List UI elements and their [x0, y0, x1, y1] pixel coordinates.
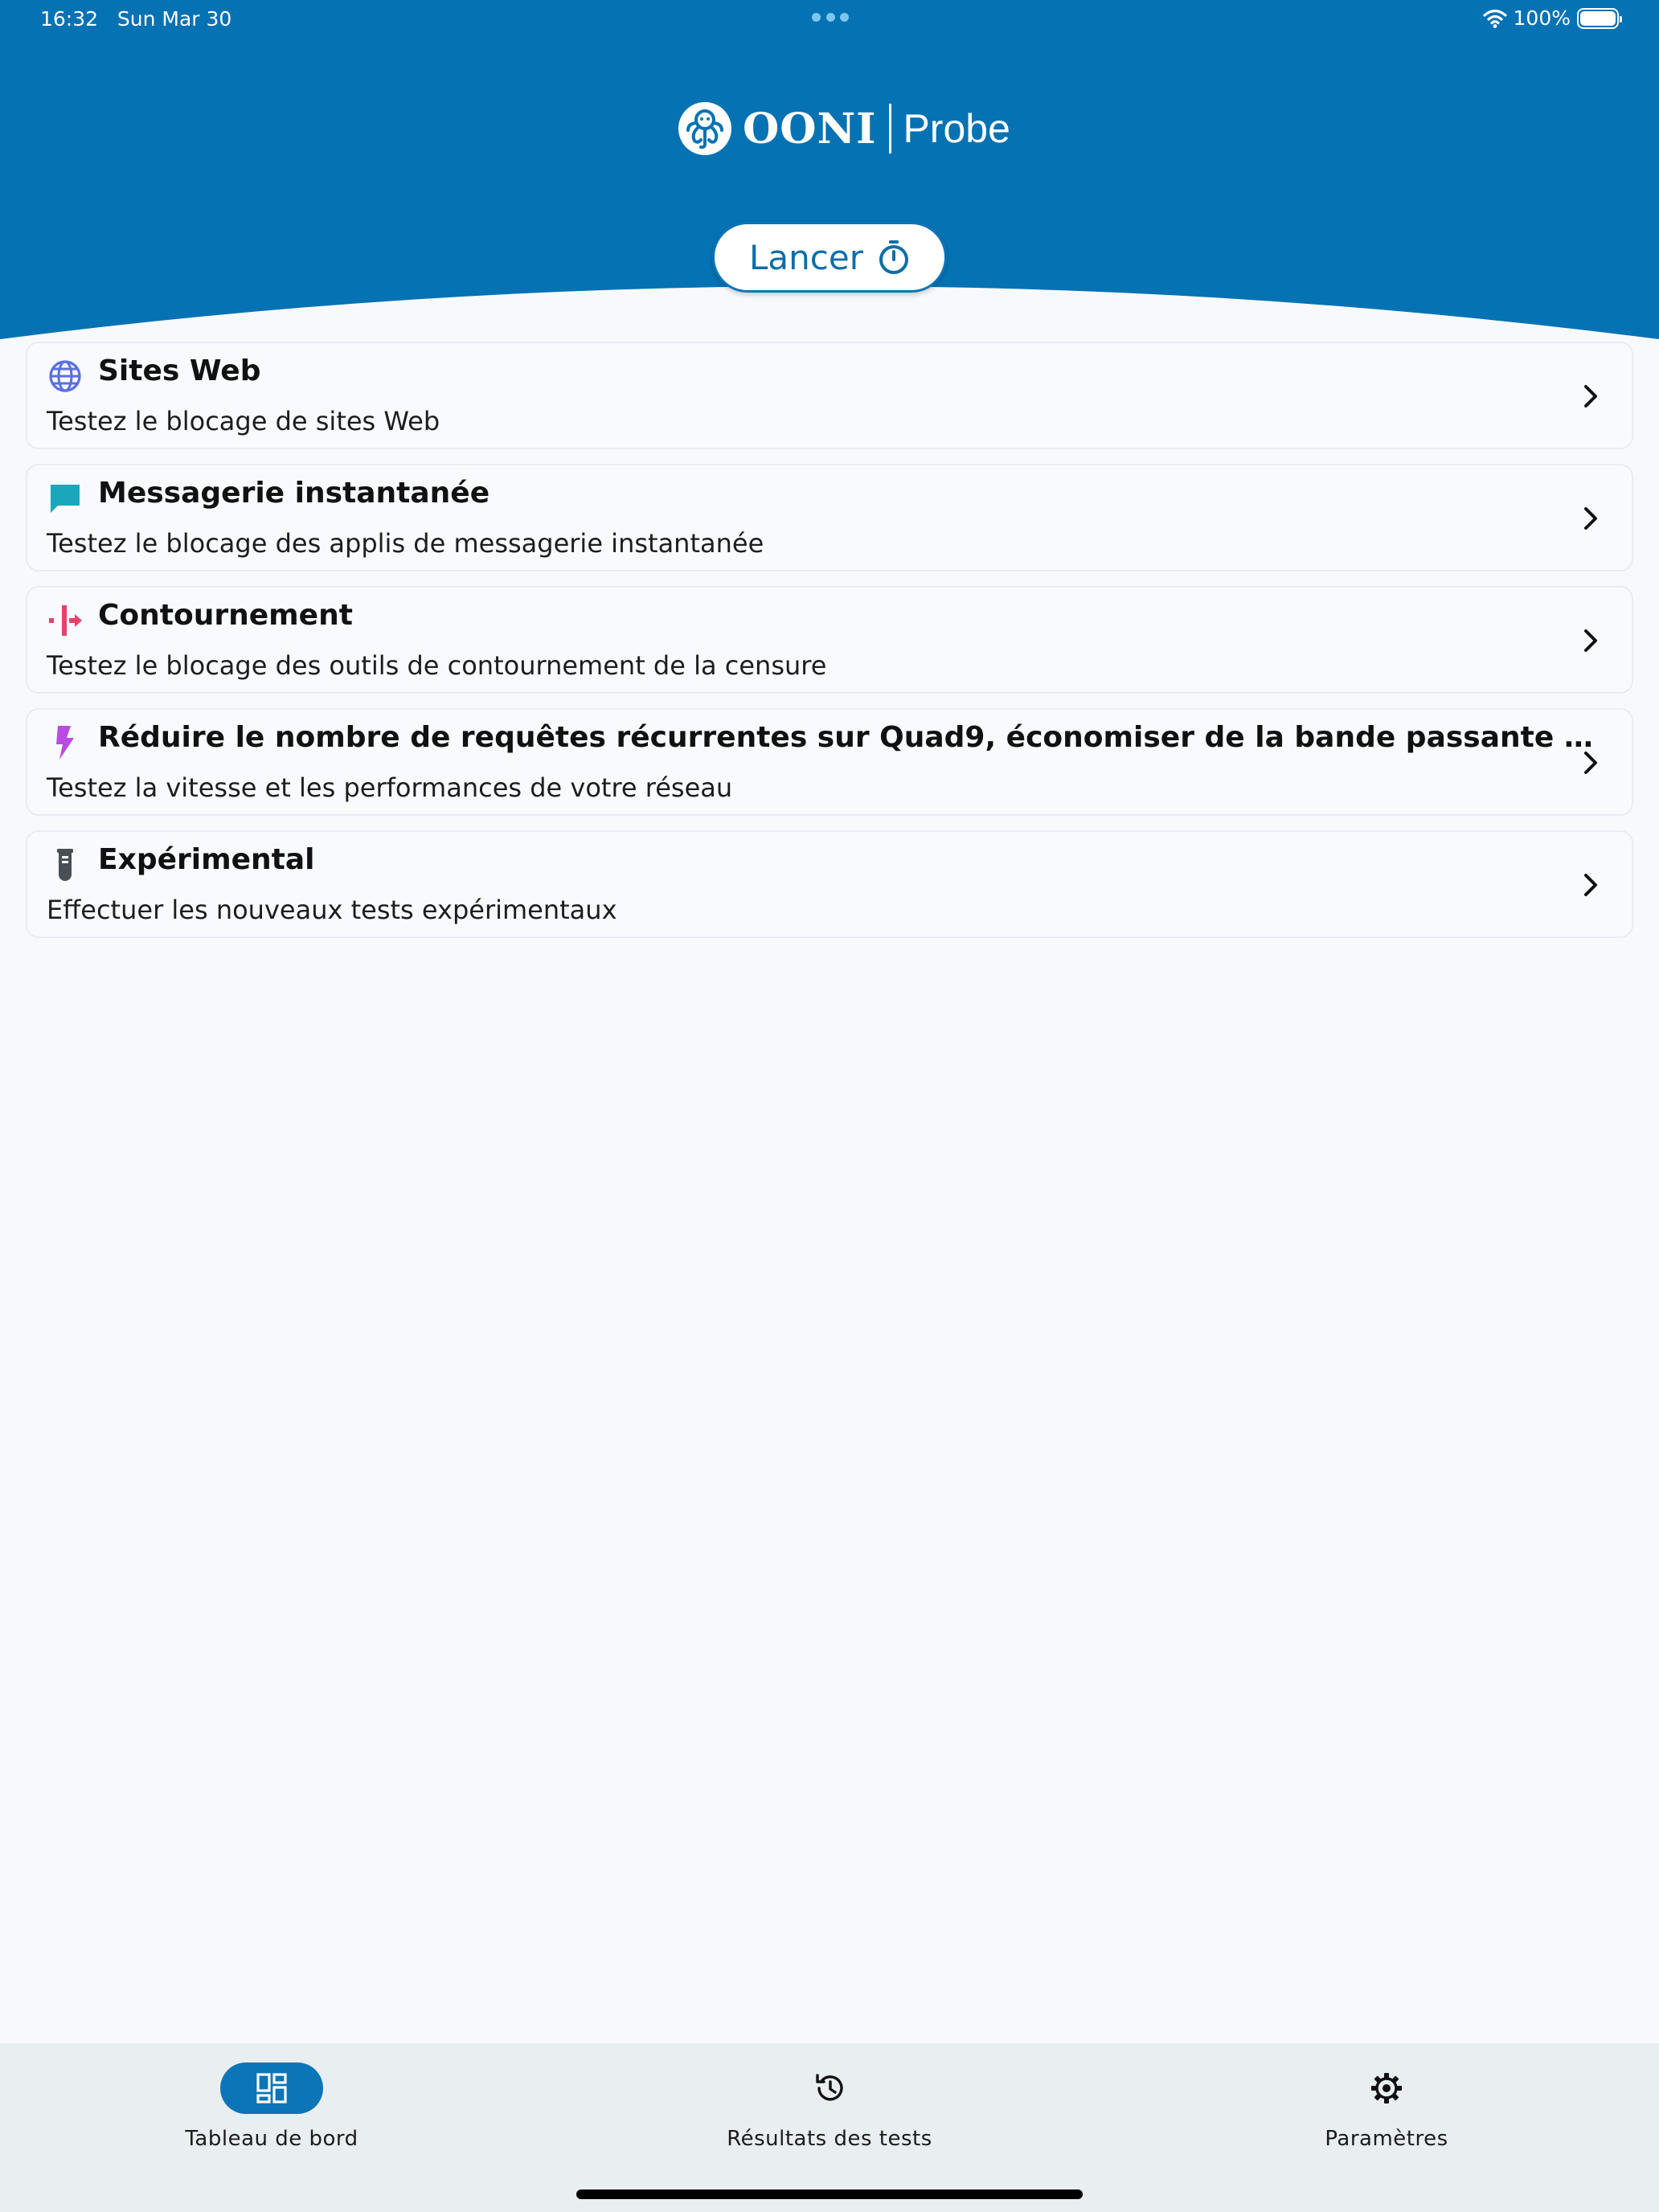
chevron-right-icon	[1584, 507, 1597, 530]
battery-icon	[1577, 7, 1622, 29]
chat-icon	[51, 485, 80, 513]
test-title: Sites Web	[98, 354, 261, 387]
clock-time: 16:32	[40, 7, 99, 31]
ooni-octopus-icon	[678, 102, 731, 155]
timer-icon	[879, 240, 908, 274]
lightning-icon	[56, 726, 74, 760]
history-icon	[816, 2074, 843, 2101]
nav-test-results[interactable]: Résultats des tests	[669, 2062, 990, 2151]
test-title: Contournement	[98, 599, 353, 632]
circumvention-icon	[49, 605, 82, 636]
wifi-icon	[1482, 9, 1507, 28]
home-indicator[interactable]	[576, 2189, 1083, 2199]
battery-percent: 100%	[1513, 6, 1571, 30]
dashboard-icon	[256, 2073, 287, 2103]
run-button-label: Lancer	[749, 237, 863, 277]
test-card-experimental[interactable]: Expérimental Effectuer les nouveaux test…	[26, 830, 1633, 938]
test-description: Effectuer les nouveaux tests expérimenta…	[47, 895, 617, 925]
nav-dashboard[interactable]: Tableau de bord	[111, 2062, 432, 2151]
nav-settings-pill[interactable]	[1335, 2062, 1438, 2114]
multitasking-dots-icon[interactable]	[812, 13, 849, 24]
nav-dashboard-label: Tableau de bord	[185, 2127, 358, 2151]
flask-icon	[57, 849, 73, 881]
logo-divider	[889, 104, 892, 154]
gear-icon	[1371, 2073, 1402, 2103]
test-description: Testez le blocage des applis de messager…	[47, 528, 764, 559]
test-description: Testez le blocage des outils de contourn…	[47, 650, 827, 681]
test-card-performance[interactable]: Réduire le nombre de requêtes récurrente…	[26, 708, 1633, 816]
test-description: Testez la vitesse et les performances de…	[47, 772, 733, 803]
nav-settings-label: Paramètres	[1325, 2127, 1448, 2151]
test-title: Expérimental	[98, 843, 315, 876]
test-description: Testez le blocage de sites Web	[47, 406, 440, 436]
dashboard-screen: 16:32 Sun Mar 30 100% OONI Probe Lancer …	[0, 0, 1659, 2212]
status-time: 16:32 Sun Mar 30	[40, 7, 231, 31]
globe-icon	[49, 360, 81, 392]
nav-results-label: Résultats des tests	[727, 2127, 932, 2151]
test-card-instant-messaging[interactable]: Messagerie instantanée Testez le blocage…	[26, 464, 1633, 571]
test-title: Réduire le nombre de requêtes récurrente…	[98, 721, 1593, 754]
brand-name: OONI	[743, 104, 877, 154]
product-name: Probe	[903, 106, 1010, 151]
clock-date: Sun Mar 30	[117, 7, 232, 31]
bottom-navigation: Tableau de bord Résultats des tests Para…	[0, 2043, 1659, 2212]
chevron-right-icon	[1584, 752, 1597, 774]
test-title: Messagerie instantanée	[98, 477, 490, 510]
chevron-right-icon	[1584, 874, 1597, 896]
status-indicators: 100%	[1482, 6, 1622, 30]
test-card-circumvention[interactable]: Contournement Testez le blocage des outi…	[26, 586, 1633, 694]
run-button[interactable]: Lancer	[712, 222, 947, 293]
header: 16:32 Sun Mar 30 100% OONI Probe Lancer	[0, 0, 1659, 342]
chevron-right-icon	[1584, 629, 1597, 652]
nav-results-pill[interactable]	[778, 2062, 881, 2114]
status-bar: 16:32 Sun Mar 30 100%	[0, 0, 1659, 40]
test-card-websites[interactable]: Sites Web Testez le blocage de sites Web	[26, 342, 1633, 449]
nav-dashboard-pill[interactable]	[220, 2062, 323, 2114]
chevron-right-icon	[1584, 385, 1597, 408]
ooni-probe-logo: OONI Probe	[678, 100, 1010, 158]
nav-settings[interactable]: Paramètres	[1226, 2062, 1547, 2151]
